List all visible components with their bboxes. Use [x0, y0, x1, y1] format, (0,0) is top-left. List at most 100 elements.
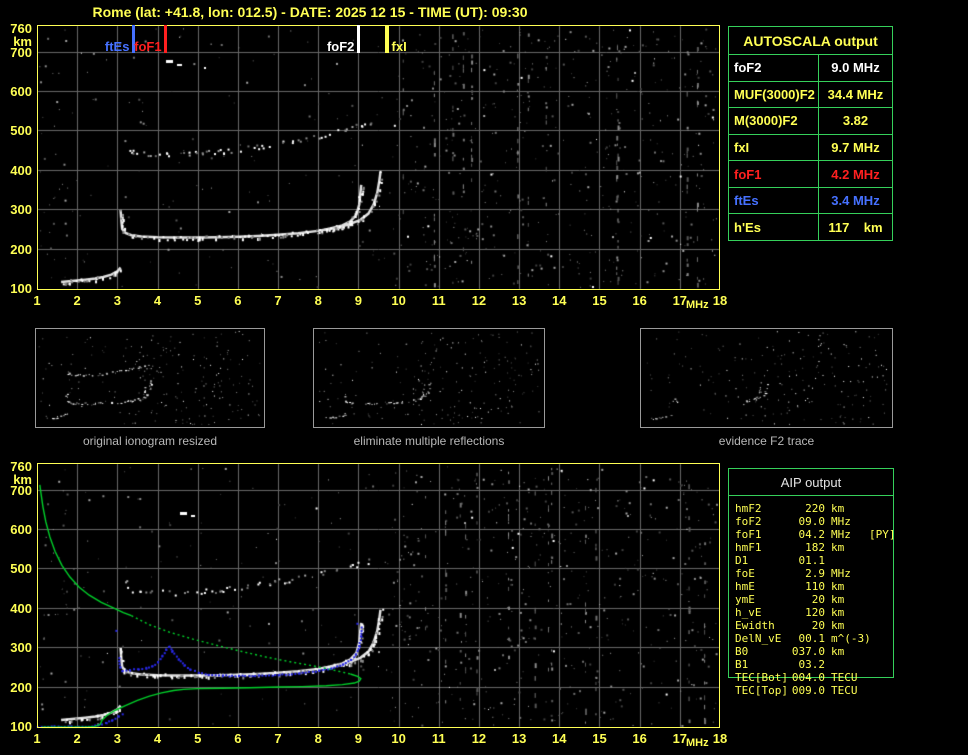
thumbnail-eliminate-multiple-reflections	[313, 328, 545, 428]
row-value: 3.4 MHz	[831, 193, 880, 209]
param-unit: km	[831, 502, 845, 515]
thumbnail-caption-eliminate: eliminate multiple reflections	[353, 434, 505, 448]
x-tick-label: 11	[431, 293, 446, 308]
param-value: 009.0	[791, 684, 825, 697]
x-tick-label: 5	[194, 731, 202, 746]
x-tick-label: 10	[391, 293, 406, 308]
aip-row-delnve: DelN_vE 00.1 m^(-3)	[735, 632, 910, 645]
param-label: D1	[735, 554, 749, 567]
row-label: M(3000)F2	[729, 108, 819, 134]
fof1-marker-label: foF1	[134, 39, 162, 54]
y-tick-label: 200	[10, 679, 32, 695]
x-tick-label: 18	[712, 293, 728, 308]
autoscala-output-table: AUTOSCALA output foF2 9.0 MHz MUF(3000)F…	[728, 26, 893, 241]
row-value: 9.7 MHz	[831, 140, 880, 156]
aip-row-b1: B1 03.2	[735, 658, 910, 671]
y-tick-label: 400	[10, 600, 32, 616]
table-row-fof1: foF1 4.2 MHz	[729, 161, 892, 188]
param-unit: MHz	[831, 515, 851, 528]
param-unit: m^(-3)	[831, 632, 871, 645]
thumbnail-caption-evidence: evidence F2 trace	[718, 434, 815, 448]
param-unit: km	[831, 580, 845, 593]
param-value: 2.9	[805, 567, 825, 580]
y-tick-label: 760	[10, 459, 32, 474]
param-label: foE	[735, 567, 755, 580]
row-label: ftEs	[729, 187, 819, 214]
x-tick-label: 9	[354, 293, 363, 308]
param-label: hmF1	[735, 541, 762, 554]
aip-row-hme: hmE 110 km	[735, 580, 910, 593]
param-label: B0	[735, 645, 749, 658]
x-tick-label: 5	[194, 293, 202, 308]
x-tick-label: 13	[511, 293, 527, 308]
aip-row-tecbot: TEC[Bot] 004.0 TECU	[735, 671, 910, 684]
param-unit	[831, 554, 869, 567]
param-label: DelN_vE	[735, 632, 782, 645]
row-label: foF1	[729, 161, 819, 187]
aip-row-hmf1: hmF1 182 km	[735, 541, 910, 554]
x-tick-label: 2	[73, 731, 81, 746]
aip-row-d1: D1 01.1	[735, 554, 910, 567]
aip-row-tectop: TEC[Top] 009.0 TECU	[735, 684, 910, 697]
param-value: 220	[805, 502, 825, 515]
table-row-m3000f2: M(3000)F2 3.82	[729, 108, 892, 135]
aip-row-hmf2: hmF2 220 km	[735, 502, 910, 515]
row-value: 34.4 MHz	[827, 86, 884, 102]
row-value: 9.0 MHz	[831, 60, 880, 76]
y-tick-label: 400	[10, 162, 32, 178]
table-row-fof2: foF2 9.0 MHz	[729, 55, 892, 82]
x-tick-label: 4	[153, 731, 162, 746]
fof2-marker-label: foF2	[326, 39, 355, 54]
x-tick-label: 9	[354, 731, 363, 746]
param-unit: TECU	[831, 684, 858, 697]
table-row-fxi: fxI 9.7 MHz	[729, 134, 892, 162]
x-tick-label: 12	[471, 731, 487, 746]
param-unit: MHz	[831, 528, 851, 541]
bottom-x-axis-unit-label: MHz	[686, 737, 709, 749]
param-unit: MHz	[831, 567, 851, 580]
x-tick-label: 15	[592, 731, 607, 746]
x-tick-label: 4	[153, 293, 162, 308]
x-tick-label: 11	[431, 731, 446, 746]
y-tick-label: 500	[10, 123, 32, 139]
row-value: 3.82	[842, 113, 869, 129]
param-value: 01.1	[798, 554, 826, 567]
y-tick-label: 100	[10, 719, 32, 734]
param-label: Ewidth	[735, 619, 775, 632]
x-tick-label: 7	[274, 731, 282, 746]
thumbnail-caption-original: original ionogram resized	[82, 434, 218, 448]
param-unit: km	[831, 606, 845, 619]
fxi-marker-line	[384, 25, 389, 53]
param-value: 04.2	[798, 528, 826, 541]
table-row-ftes: ftEs 3.4 MHz	[729, 187, 892, 215]
row-label: foF2	[729, 55, 819, 81]
param-value: 20	[811, 593, 825, 606]
param-value: 03.2	[798, 658, 826, 671]
y-tick-label: 500	[10, 561, 32, 577]
param-unit: km	[831, 645, 845, 658]
autoscala-table-header: AUTOSCALA output	[729, 27, 892, 55]
param-label: TEC[Bot]	[735, 671, 788, 684]
param-value: 004.0	[791, 671, 825, 684]
row-value: 117 km	[828, 219, 883, 235]
x-tick-label: 18	[712, 731, 728, 746]
x-tick-label: 3	[113, 293, 121, 308]
fof1-marker-line	[164, 25, 168, 53]
y-tick-label: 200	[10, 241, 32, 257]
x-tick-label: 8	[314, 293, 322, 308]
param-value: 20	[811, 619, 825, 632]
param-value: 110	[805, 580, 825, 593]
thumbnail-evidence-f2-trace	[640, 328, 893, 428]
param-label: hmE	[735, 580, 755, 593]
param-unit: km	[831, 619, 845, 632]
x-tick-label: 12	[471, 293, 487, 308]
x-tick-label: 15	[592, 293, 607, 308]
fof2-marker-line	[356, 25, 360, 53]
row-value: 4.2 MHz	[831, 166, 880, 182]
y-tick-label: 760	[10, 21, 32, 36]
aip-row-b0: B0 037.0 km	[735, 645, 910, 658]
table-row-hes: h'Es 117 km	[729, 214, 892, 241]
y-tick-label: 600	[10, 522, 32, 538]
x-tick-label: 2	[73, 293, 81, 308]
row-label: MUF(3000)F2	[729, 81, 819, 108]
